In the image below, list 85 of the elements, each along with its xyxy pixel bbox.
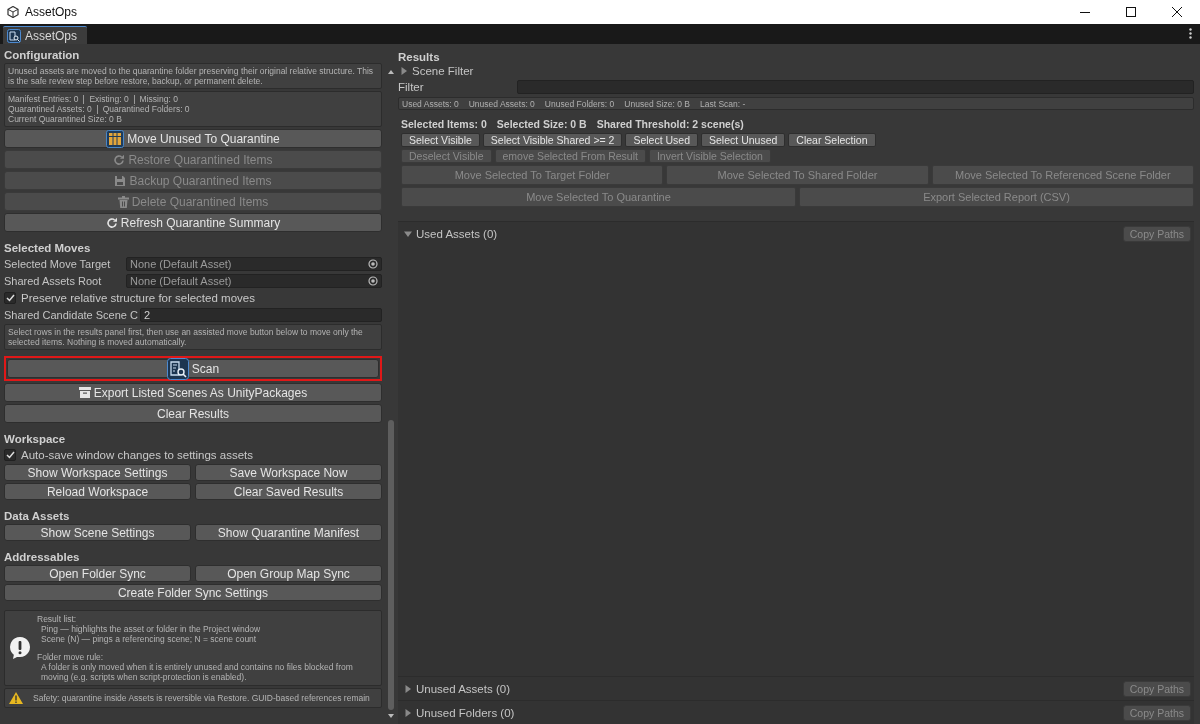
action-button[interactable]: Open Group Map Sync bbox=[195, 565, 382, 582]
stat-text: Manifest Entries: 0 bbox=[8, 94, 79, 104]
section-heading: Data Assets bbox=[4, 510, 71, 522]
action-button[interactable]: Clear Saved Results bbox=[195, 483, 382, 500]
number-field[interactable]: 2 bbox=[139, 307, 382, 322]
action-button[interactable]: Show Quarantine Manifest bbox=[195, 524, 382, 541]
stat-text: Used Assets: 0 bbox=[402, 98, 459, 109]
collapsed-arrow-icon[interactable] bbox=[400, 67, 408, 75]
warning-text: Safety: quarantine inside Assets is reversible via Restore. GUID-based references remain bbox=[33, 693, 370, 703]
action-button[interactable]: Export Listed Scenes As UnityPackages bbox=[4, 383, 382, 402]
summary-text: Shared Threshold: 2 scene(s) bbox=[596, 118, 744, 130]
action-button[interactable]: Clear Results bbox=[4, 404, 382, 423]
tab[interactable]: AssetOps bbox=[3, 26, 88, 44]
action-button[interactable]: Select Unused bbox=[701, 133, 786, 147]
help-box: Select rows in the results panel first, then use an assisted move button below to move only the selected items. Nothing is moved automatically. bbox=[4, 324, 382, 350]
foldout[interactable]: Unused Assets (0) bbox=[402, 681, 510, 697]
foldout-label: Unused Assets (0) bbox=[416, 683, 510, 695]
object-field[interactable]: None (Default Asset) bbox=[126, 273, 382, 288]
field-label: Filter bbox=[398, 81, 425, 93]
info-text: Result list: Ping — highlights the asset or folder in the Project window Scene (N) — pings a referencing scene; N = scene count Folder move rule: A folder is only moved when it is entirely unused and contains no files blocked from moving (e.g. scripts when script-protection is enabled). bbox=[37, 614, 354, 682]
scan-button[interactable]: Scan bbox=[7, 359, 379, 378]
action-button[interactable]: Move Unused To Quarantine bbox=[4, 129, 382, 148]
minimize-icon[interactable] bbox=[1080, 11, 1090, 13]
field-label: Shared Candidate Scene C bbox=[4, 308, 138, 321]
action-button[interactable]: Save Workspace Now bbox=[195, 464, 382, 481]
foldout-label: Used Assets (0) bbox=[416, 228, 498, 240]
refresh-icon bbox=[113, 153, 126, 166]
foldout[interactable]: Used Assets (0) bbox=[402, 226, 498, 242]
warning-icon bbox=[9, 692, 23, 704]
foldout[interactable]: Unused Folders (0) bbox=[402, 705, 515, 721]
target-icon[interactable] bbox=[368, 275, 378, 286]
stat-text: Existing: 0 bbox=[89, 94, 129, 104]
grid-icon bbox=[106, 129, 125, 148]
maximize-icon[interactable] bbox=[1126, 7, 1136, 17]
action-button[interactable]: Select Visible Shared >= 2 bbox=[482, 133, 623, 147]
stat-text: Unused Folders: 0 bbox=[544, 98, 615, 109]
section-heading: Configuration bbox=[4, 49, 81, 61]
window-title: AssetOps bbox=[25, 5, 78, 19]
checkbox-label: Preserve relative structure for selected moves bbox=[21, 291, 255, 304]
field-label: Selected Move Target bbox=[4, 257, 112, 270]
menu-icon[interactable] bbox=[1189, 27, 1192, 39]
save-icon bbox=[114, 174, 127, 187]
action-button[interactable]: Refresh Quarantine Summary bbox=[4, 213, 382, 232]
object-field[interactable]: None (Default Asset) bbox=[126, 256, 382, 271]
expanded-arrow-icon[interactable] bbox=[404, 230, 412, 238]
foldout-label: Unused Folders (0) bbox=[416, 707, 515, 719]
summary-text: Selected Size: 0 B bbox=[496, 118, 587, 130]
collapsed-arrow-icon[interactable] bbox=[404, 685, 412, 693]
stat-text: Current Quarantined Size: 0 B bbox=[8, 114, 122, 124]
action-button[interactable]: Select Used bbox=[625, 133, 699, 147]
archive-icon bbox=[78, 387, 91, 398]
refresh-icon bbox=[105, 216, 118, 229]
action-button[interactable]: Show Scene Settings bbox=[4, 524, 191, 541]
section-heading: Workspace bbox=[4, 433, 67, 445]
help-box: Unused assets are moved to the quarantine folder preserving their original relative structure. This is the safe review step before restore, backup, or permanent delete. bbox=[4, 63, 382, 89]
checkbox[interactable] bbox=[4, 291, 16, 304]
action-button[interactable]: Reload Workspace bbox=[4, 483, 191, 500]
trash-icon bbox=[117, 195, 129, 208]
scan-icon bbox=[166, 357, 189, 380]
section-heading: Selected Moves bbox=[4, 242, 92, 254]
foldout[interactable]: Scene Filter bbox=[398, 63, 1194, 79]
action-button[interactable]: Show Workspace Settings bbox=[4, 464, 191, 481]
stat-text: Quarantined Assets: 0 bbox=[8, 104, 92, 114]
stat-text: Missing: 0 bbox=[139, 94, 178, 104]
action-button[interactable]: Clear Selection bbox=[788, 133, 876, 147]
stat-text: Unused Assets: 0 bbox=[468, 98, 535, 109]
field-label: Shared Assets Root bbox=[4, 274, 103, 287]
action-button[interactable]: Select Visible bbox=[401, 133, 480, 147]
summary-text: Selected Items: 0 bbox=[401, 118, 487, 130]
document-search-icon bbox=[7, 28, 21, 43]
info-icon bbox=[9, 636, 31, 660]
section-heading: Addressables bbox=[4, 551, 81, 563]
checkbox-label: Auto-save window changes to settings assets bbox=[21, 448, 254, 461]
foldout-label: Scene Filter bbox=[412, 65, 474, 77]
section-heading: Results bbox=[398, 51, 441, 63]
checkbox[interactable] bbox=[4, 448, 16, 461]
action-button[interactable]: Open Folder Sync bbox=[4, 565, 191, 582]
stat-text: Last Scan: - bbox=[700, 98, 746, 109]
close-icon[interactable] bbox=[1172, 7, 1182, 17]
action-button[interactable]: Create Folder Sync Settings bbox=[4, 584, 382, 601]
collapsed-arrow-icon[interactable] bbox=[404, 709, 412, 717]
stat-text: Quarantined Folders: 0 bbox=[102, 104, 190, 114]
stat-text: Unused Size: 0 B bbox=[624, 98, 690, 109]
app-icon bbox=[7, 6, 19, 18]
target-icon[interactable] bbox=[368, 258, 378, 269]
